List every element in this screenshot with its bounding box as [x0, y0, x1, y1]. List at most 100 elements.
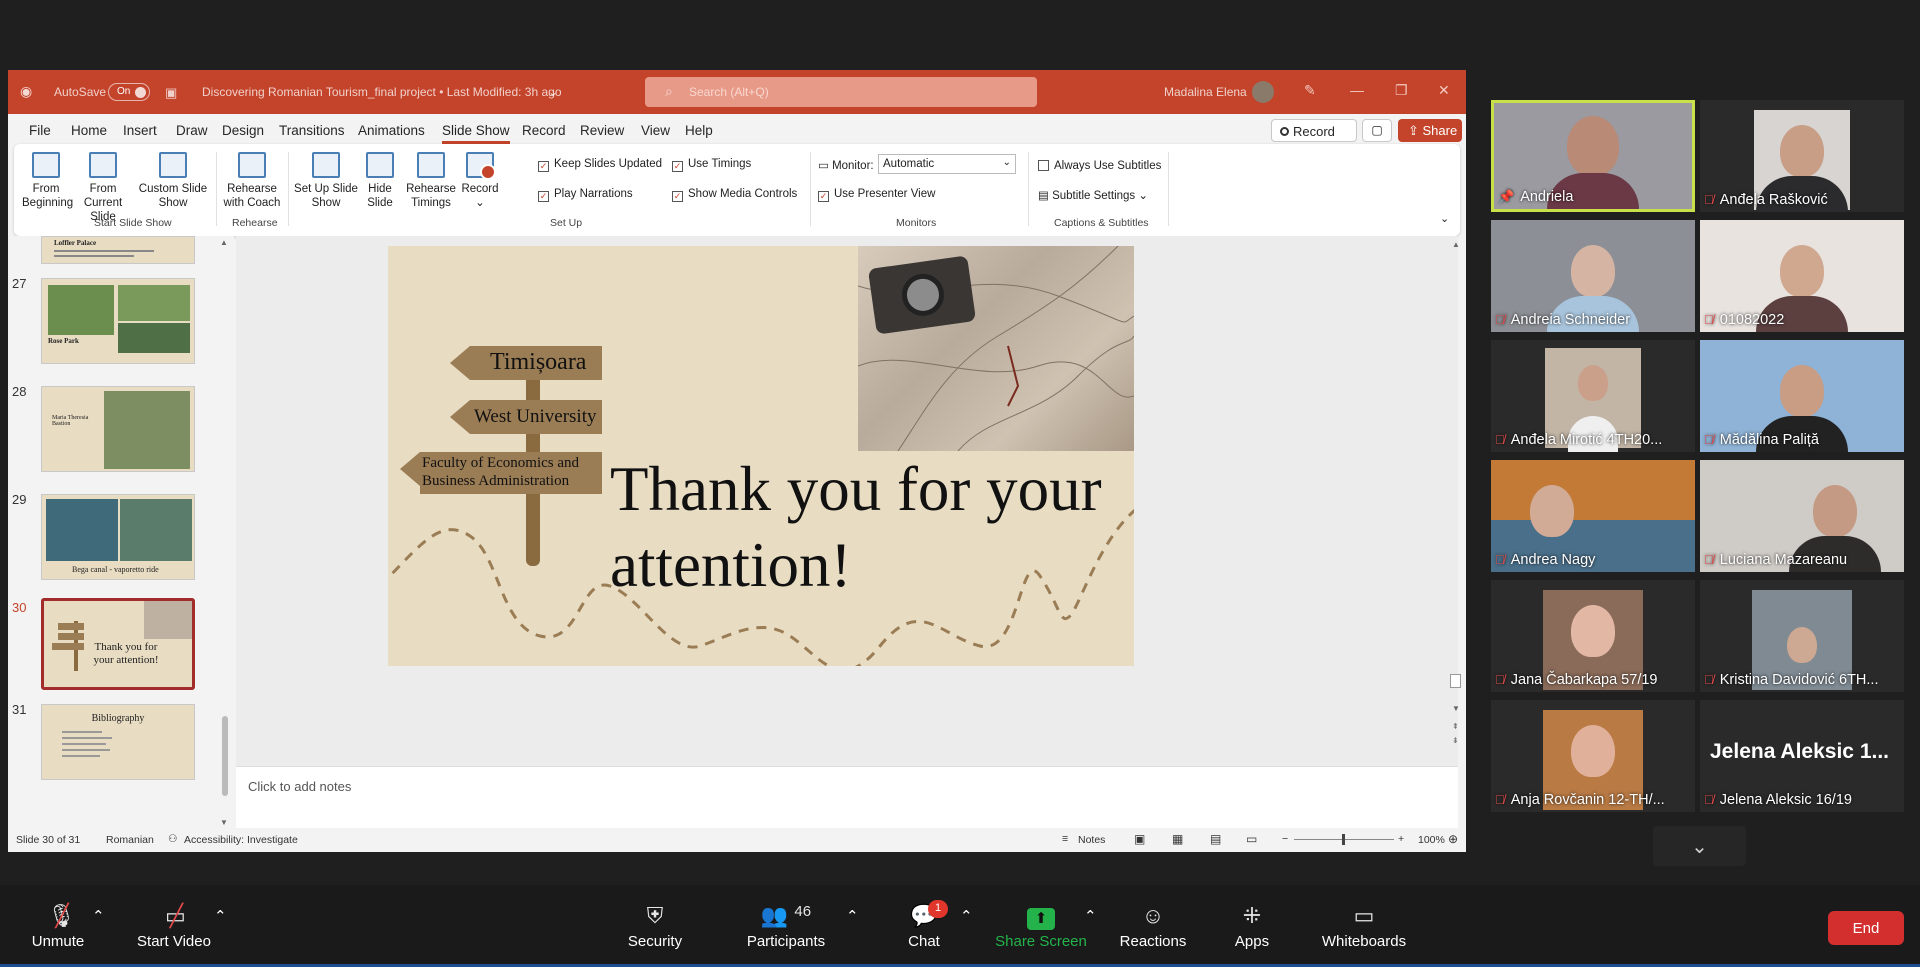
language-indicator[interactable]: Romanian [106, 834, 154, 846]
mic-muted-icon: 🎙̸ [1704, 192, 1714, 207]
keep-slides-updated-checkbox[interactable]: ✓ Keep Slides Updated [538, 158, 662, 172]
share-options-caret[interactable]: ⌃ [1084, 907, 1097, 925]
play-narrations-checkbox[interactable]: ✓ Play Narrations [538, 188, 633, 202]
scroll-down-icon[interactable]: ▼ [1452, 704, 1460, 713]
reactions-button[interactable]: ☺ Reactions [1118, 903, 1188, 950]
zoom-out-icon[interactable]: − [1282, 833, 1288, 845]
menu-animations[interactable]: Animations [358, 123, 425, 138]
participant-tile[interactable]: 🎙̸ Jana Čabarkapa 57/19 [1491, 580, 1695, 692]
reading-view-icon[interactable]: ▤ [1210, 832, 1221, 846]
slide-thumbnail-26[interactable]: Loffler Palace [41, 236, 195, 264]
participants-options-caret[interactable]: ⌃ [846, 907, 859, 925]
avatar[interactable] [1252, 81, 1274, 103]
notes-toggle[interactable]: Notes [1078, 834, 1105, 846]
chevron-down-icon[interactable]: ⌄ [548, 85, 558, 99]
scroll-thumb[interactable] [1450, 674, 1461, 688]
menu-record[interactable]: Record [522, 123, 566, 138]
zoom-level[interactable]: 100% [1418, 834, 1445, 846]
video-options-caret[interactable]: ⌃ [214, 907, 227, 925]
slide-thumbnail-28[interactable]: Maria Theresia Bastion [41, 386, 195, 472]
record-dropdown-button[interactable]: Record ⌄ [460, 152, 500, 210]
end-meeting-button[interactable]: End [1828, 911, 1904, 945]
custom-slide-show-button[interactable]: Custom Slide Show [136, 152, 210, 210]
start-video-button[interactable]: ▭╱ Start Video [134, 903, 214, 950]
participant-tile[interactable]: 🎙̸ Anđela Mirotić 4TH20... [1491, 340, 1695, 452]
close-icon[interactable]: ✕ [1438, 82, 1450, 99]
next-slide-icon[interactable]: ⇟ [1452, 736, 1459, 745]
notes-pane[interactable]: Click to add notes [236, 766, 1458, 828]
fit-slide-icon[interactable]: ⊕ [1448, 832, 1458, 846]
audio-options-caret[interactable]: ⌃ [92, 907, 105, 925]
use-presenter-view-checkbox[interactable]: ✓ Use Presenter View [818, 188, 935, 202]
slide-thumbnail-30[interactable]: Thank you for your attention! [41, 598, 195, 690]
rehearse-timings-button[interactable]: Rehearse Timings [404, 152, 458, 210]
participants-button[interactable]: 👥 46 Participants [742, 903, 830, 950]
subtitle-settings-dropdown[interactable]: ▤ Subtitle Settings ⌄ [1038, 188, 1148, 202]
security-button[interactable]: ⛨ Security [620, 903, 690, 950]
scroll-thumb[interactable] [222, 716, 228, 796]
menu-help[interactable]: Help [685, 123, 713, 138]
participant-tile[interactable]: 🎙̸ Mădălina Paliță [1700, 340, 1904, 452]
participant-tile[interactable]: Jelena Aleksic 1... 🎙̸ Jelena Aleksic 16/… [1700, 700, 1904, 812]
thumbnails-scrollbar[interactable]: ▲ ▼ [218, 238, 232, 832]
menu-review[interactable]: Review [580, 123, 624, 138]
collapse-ribbon-icon[interactable]: ⌄ [1440, 212, 1449, 225]
menu-slide-show[interactable]: Slide Show [442, 123, 510, 144]
always-use-subtitles-checkbox[interactable]: Always Use Subtitles [1038, 158, 1161, 172]
participant-tile[interactable]: 🎙̸ Luciana Mazareanu [1700, 460, 1904, 572]
previous-slide-icon[interactable]: ⇞ [1452, 722, 1459, 731]
normal-view-icon[interactable]: ▣ [1134, 832, 1145, 846]
menu-insert[interactable]: Insert [123, 123, 157, 138]
set-up-slide-show-button[interactable]: Set Up Slide Show [294, 152, 358, 210]
zoom-in-icon[interactable]: + [1398, 833, 1404, 845]
rehearse-with-coach-button[interactable]: Rehearse with Coach [220, 152, 284, 210]
participant-tile[interactable]: 🎙̸ Andreia Schneider [1491, 220, 1695, 332]
slide-sorter-icon[interactable]: ▦ [1172, 832, 1183, 846]
use-timings-checkbox[interactable]: ✓ Use Timings [672, 158, 751, 172]
menu-design[interactable]: Design [222, 123, 264, 138]
accessibility-status[interactable]: Accessibility: Investigate [184, 834, 298, 846]
autosave-toggle[interactable]: On [108, 83, 150, 101]
search-box[interactable]: ⌕ Search (Alt+Q) [645, 77, 1037, 107]
current-slide[interactable]: Timișoara West University Faculty of Eco… [388, 246, 1134, 666]
comments-button[interactable]: ▢ [1362, 119, 1392, 142]
scroll-up-icon[interactable]: ▲ [220, 238, 228, 247]
from-current-slide-button[interactable]: From Current Slide [74, 152, 132, 224]
slideshow-view-icon[interactable]: ▭ [1246, 832, 1257, 846]
participant-tile[interactable]: 🎙̸ Anja Rovčanin 12-TH/... [1491, 700, 1695, 812]
scroll-up-icon[interactable]: ▲ [1452, 240, 1460, 249]
unmute-button[interactable]: 🎙╱ Unmute [28, 903, 88, 950]
apps-button[interactable]: ⁜ Apps [1232, 903, 1272, 950]
participant-tile[interactable]: 🎙̸ Andrea Nagy [1491, 460, 1695, 572]
menu-draw[interactable]: Draw [176, 123, 208, 138]
document-title[interactable]: Discovering Romanian Tourism_final proje… [202, 85, 562, 99]
from-beginning-button[interactable]: From Beginning [22, 152, 73, 210]
participant-tile[interactable]: 🎙̸ 01082022 [1700, 220, 1904, 332]
share-screen-button[interactable]: ⬆ Share Screen [994, 903, 1088, 950]
menu-transitions[interactable]: Transitions [279, 123, 345, 138]
hide-slide-button[interactable]: Hide Slide [360, 152, 400, 210]
show-media-controls-checkbox[interactable]: ✓ Show Media Controls [672, 188, 797, 202]
slide-thumbnail-29[interactable]: Bega canal - vaporetto ride [41, 494, 195, 580]
participant-tile[interactable]: 🎙̸ Anđela Rašković [1700, 100, 1904, 212]
minimize-icon[interactable]: — [1350, 82, 1364, 98]
scroll-down-icon[interactable]: ▼ [220, 818, 228, 827]
share-button[interactable]: ⇪ Share [1398, 119, 1462, 142]
zoom-slider-thumb[interactable] [1342, 834, 1345, 845]
gallery-next-page-button[interactable]: ⌄ [1653, 826, 1746, 866]
slide-thumbnail-27[interactable]: Rose Park [41, 278, 195, 364]
participant-tile-active[interactable]: 📌 Andriela [1491, 100, 1695, 212]
menu-view[interactable]: View [641, 123, 670, 138]
slide-thumbnail-31[interactable]: Bibliography [41, 704, 195, 780]
monitor-select[interactable]: Automatic ⌄ [878, 154, 1016, 174]
pen-icon[interactable]: ✎ [1304, 82, 1316, 99]
menu-home[interactable]: Home [71, 123, 107, 138]
chat-options-caret[interactable]: ⌃ [960, 907, 973, 925]
menu-file[interactable]: File [29, 123, 51, 138]
restore-icon[interactable]: ❐ [1395, 82, 1408, 99]
whiteboards-button[interactable]: ▭ Whiteboards [1320, 903, 1408, 950]
record-button[interactable]: Record [1271, 119, 1357, 142]
editor-scrollbar[interactable]: ▲ ▼ ⇞ ⇟ [1450, 236, 1462, 766]
save-icon[interactable]: ▣ [165, 85, 177, 101]
participant-tile[interactable]: 🎙̸ Kristina Davidović 6TH... [1700, 580, 1904, 692]
